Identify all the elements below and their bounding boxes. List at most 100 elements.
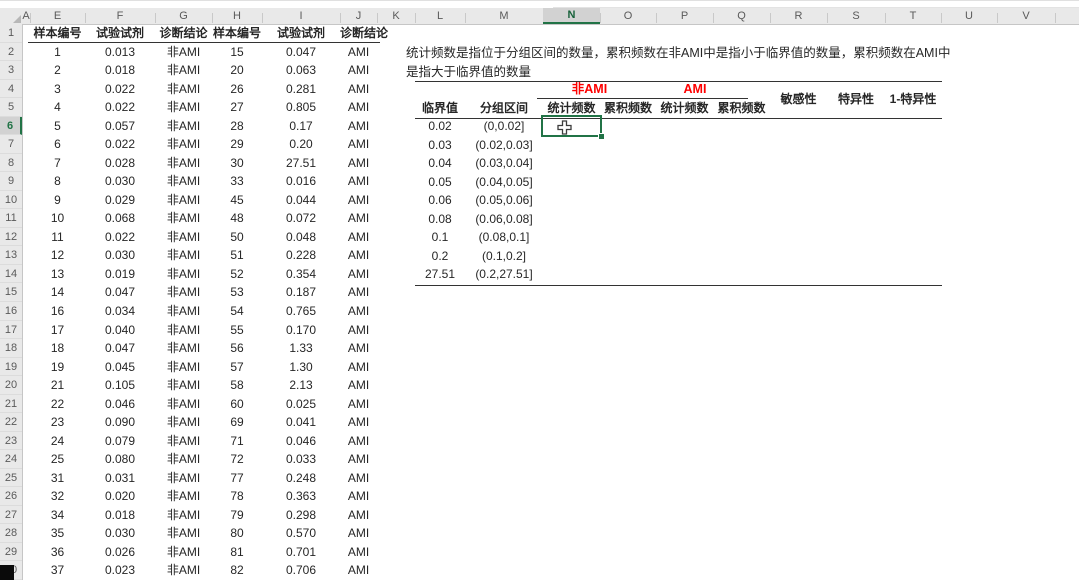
cell-H25[interactable]: 77: [212, 469, 262, 488]
cell-M10[interactable]: (0.05,0.06]: [465, 191, 543, 210]
cell-J9[interactable]: AMI: [340, 172, 377, 191]
cell-E24[interactable]: 25: [30, 450, 85, 469]
column-header-G[interactable]: G: [155, 8, 212, 24]
cell-F10[interactable]: 0.029: [85, 191, 155, 210]
cell-I10[interactable]: 0.044: [262, 191, 340, 210]
cell-I27[interactable]: 0.298: [262, 506, 340, 525]
cell-L13[interactable]: 0.2: [415, 247, 465, 266]
cell-I9[interactable]: 0.016: [262, 172, 340, 191]
cell-F1[interactable]: 试验试剂: [85, 24, 155, 43]
cell-E28[interactable]: 35: [30, 524, 85, 543]
cell-E13[interactable]: 12: [30, 246, 85, 265]
row-header-3[interactable]: 3: [0, 61, 22, 80]
cell-E10[interactable]: 9: [30, 191, 85, 210]
column-header-O[interactable]: O: [600, 8, 656, 24]
row-header-15[interactable]: 15: [0, 283, 22, 302]
cell-J13[interactable]: AMI: [340, 246, 377, 265]
cell-G20[interactable]: 非AMI: [155, 376, 212, 395]
cell-F16[interactable]: 0.034: [85, 302, 155, 321]
header-sensitivity[interactable]: 敏感性: [770, 81, 827, 118]
cell-M13[interactable]: (0.1,0.2]: [465, 247, 543, 266]
cell-F7[interactable]: 0.022: [85, 135, 155, 154]
cell-E3[interactable]: 2: [30, 61, 85, 80]
row-header-25[interactable]: 25: [0, 469, 22, 488]
cell-F19[interactable]: 0.045: [85, 358, 155, 377]
cell-J11[interactable]: AMI: [340, 209, 377, 228]
cell-J18[interactable]: AMI: [340, 339, 377, 358]
column-header-A[interactable]: A: [22, 8, 30, 24]
cell-I4[interactable]: 0.281: [262, 80, 340, 99]
cell-F15[interactable]: 0.047: [85, 283, 155, 302]
row-header-7[interactable]: 7: [0, 135, 22, 154]
cell-J26[interactable]: AMI: [340, 487, 377, 506]
row-header-1[interactable]: 1: [0, 24, 22, 43]
column-header-K[interactable]: K: [377, 8, 415, 24]
cell-J3[interactable]: AMI: [340, 61, 377, 80]
cell-G24[interactable]: 非AMI: [155, 450, 212, 469]
cell-H2[interactable]: 15: [212, 43, 262, 62]
cell-L10[interactable]: 0.06: [415, 191, 465, 210]
column-header-M[interactable]: M: [465, 8, 543, 24]
cell-H14[interactable]: 52: [212, 265, 262, 284]
cell-F17[interactable]: 0.040: [85, 321, 155, 340]
cell-G12[interactable]: 非AMI: [155, 228, 212, 247]
cell-I30[interactable]: 0.706: [262, 561, 340, 580]
cell-H20[interactable]: 58: [212, 376, 262, 395]
cell-L12[interactable]: 0.1: [415, 228, 465, 247]
cell-H1[interactable]: 样本编号: [212, 24, 262, 43]
cell-E18[interactable]: 18: [30, 339, 85, 358]
cell-I19[interactable]: 1.30: [262, 358, 340, 377]
cell-H5[interactable]: 27: [212, 98, 262, 117]
cell-I12[interactable]: 0.048: [262, 228, 340, 247]
row-header-29[interactable]: 29: [0, 543, 22, 562]
group-header-non-ami[interactable]: 非AMI: [537, 82, 642, 97]
cell-H24[interactable]: 72: [212, 450, 262, 469]
cell-F14[interactable]: 0.019: [85, 265, 155, 284]
cell-I1[interactable]: 试验试剂: [262, 24, 340, 43]
cell-J16[interactable]: AMI: [340, 302, 377, 321]
column-header-E[interactable]: E: [30, 8, 85, 24]
column-header-L[interactable]: L: [415, 8, 465, 24]
cell-E4[interactable]: 3: [30, 80, 85, 99]
cell-M8[interactable]: (0.03,0.04]: [465, 154, 543, 173]
cell-F21[interactable]: 0.046: [85, 395, 155, 414]
header-cumfreq-nonami[interactable]: 累积频数: [600, 99, 656, 117]
cell-J12[interactable]: AMI: [340, 228, 377, 247]
note-text[interactable]: 统计频数是指位于分组区间的数量，累积频数在非AMI中是指小于临界值的数量，累积频…: [406, 44, 954, 82]
cell-J28[interactable]: AMI: [340, 524, 377, 543]
row-header-20[interactable]: 20: [0, 376, 22, 395]
cell-G19[interactable]: 非AMI: [155, 358, 212, 377]
cell-J5[interactable]: AMI: [340, 98, 377, 117]
cell-F29[interactable]: 0.026: [85, 543, 155, 562]
header-cutoff[interactable]: 临界值: [415, 99, 465, 117]
row-header-26[interactable]: 26: [0, 487, 22, 506]
row-header-18[interactable]: 18: [0, 339, 22, 358]
cell-G25[interactable]: 非AMI: [155, 469, 212, 488]
cell-L6[interactable]: 0.02: [415, 117, 465, 136]
cell-E12[interactable]: 11: [30, 228, 85, 247]
cell-F11[interactable]: 0.068: [85, 209, 155, 228]
cell-F25[interactable]: 0.031: [85, 469, 155, 488]
cell-F9[interactable]: 0.030: [85, 172, 155, 191]
cell-H8[interactable]: 30: [212, 154, 262, 173]
column-header-T[interactable]: T: [885, 8, 941, 24]
cell-H28[interactable]: 80: [212, 524, 262, 543]
row-header-19[interactable]: 19: [0, 358, 22, 377]
row-header-24[interactable]: 24: [0, 450, 22, 469]
cell-M14[interactable]: (0.2,27.51]: [465, 265, 543, 284]
row-header-2[interactable]: 2: [0, 43, 22, 62]
cell-J7[interactable]: AMI: [340, 135, 377, 154]
cell-H18[interactable]: 56: [212, 339, 262, 358]
cell-I8[interactable]: 27.51: [262, 154, 340, 173]
row-header-4[interactable]: 4: [0, 80, 22, 99]
cell-J27[interactable]: AMI: [340, 506, 377, 525]
cell-I24[interactable]: 0.033: [262, 450, 340, 469]
cell-L14[interactable]: 27.51: [415, 265, 465, 284]
cell-G26[interactable]: 非AMI: [155, 487, 212, 506]
cell-J14[interactable]: AMI: [340, 265, 377, 284]
cell-H3[interactable]: 20: [212, 61, 262, 80]
cell-H29[interactable]: 81: [212, 543, 262, 562]
cell-I28[interactable]: 0.570: [262, 524, 340, 543]
cell-G5[interactable]: 非AMI: [155, 98, 212, 117]
cell-G29[interactable]: 非AMI: [155, 543, 212, 562]
